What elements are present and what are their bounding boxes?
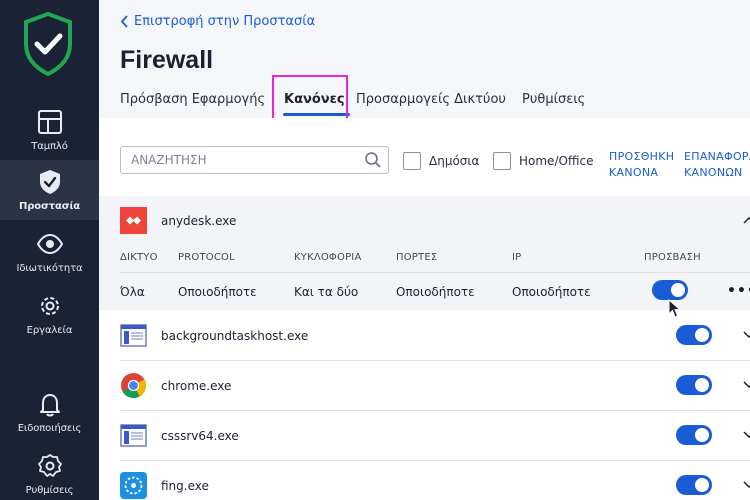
sidebar-item-label: Ιδιωτικότητα: [16, 262, 83, 274]
reset-rules-label: ΚΑΝΟΝΩΝ: [684, 166, 743, 179]
sidebar-item-notifications[interactable]: Ειδοποιήσεις: [0, 382, 99, 442]
back-link[interactable]: Επιστροφή στην Προστασία: [120, 14, 315, 29]
search-box[interactable]: [120, 146, 389, 174]
column-header-traffic: ΚΥΚΛΟΦΟΡΙΑ: [294, 252, 362, 263]
search-icon[interactable]: [364, 151, 382, 169]
chrome-icon: [121, 373, 146, 398]
app-toggle[interactable]: [676, 375, 712, 395]
sidebar-item-label: Ρυθμίσεις: [25, 484, 74, 496]
fing-icon: [120, 472, 147, 499]
chevron-up-icon[interactable]: [742, 215, 750, 225]
rule-traffic-value: Και τα δύο: [294, 285, 359, 299]
chevron-down-icon[interactable]: [742, 330, 750, 340]
page-header: Επιστροφή στην Προστασία Firewall Πρόσβα…: [99, 0, 750, 118]
sidebar-item-label: Ειδοποιήσεις: [17, 422, 82, 434]
app-row-csssrv64[interactable]: csssrv64.exe: [120, 411, 750, 460]
tab-network-adapters[interactable]: Προσαρμογείς Δικτύου: [356, 92, 506, 107]
app-name: csssrv64.exe: [161, 428, 239, 443]
sidebar-item-tools[interactable]: Εργαλεία: [0, 284, 99, 344]
sidebar-item-settings[interactable]: Ρυθμίσεις: [0, 444, 99, 500]
column-header-access: ΠΡΟΣΒΑΣΗ: [644, 252, 701, 263]
column-header-protocol: PROTOCOL: [178, 252, 235, 263]
app-row-anydesk[interactable]: anydesk.exe: [120, 196, 750, 245]
column-header-ports: ΠΟΡΤΕΣ: [396, 252, 438, 263]
sidebar-item-dashboard[interactable]: Ταμπλό: [0, 100, 99, 160]
divider: [120, 272, 750, 273]
rule-protocol-value: Οποιοδήποτε: [178, 285, 257, 299]
column-header-ip: IP: [512, 252, 522, 263]
anydesk-icon: [120, 207, 147, 234]
shield-icon: [39, 169, 60, 194]
bell-icon: [39, 393, 60, 416]
app-row-chrome[interactable]: chrome.exe: [120, 361, 750, 410]
tab-app-access[interactable]: Πρόσβαση Εφαρμογής: [120, 92, 265, 107]
app-name: backgroundtaskhost.exe: [161, 328, 309, 343]
settings-icon: [37, 453, 62, 477]
window-app-icon: [120, 424, 147, 447]
public-checkbox[interactable]: [403, 152, 421, 170]
rules-panel: Δημόσια Home/Office ΠΡΟΣΘΗΚΗ ΚΑΝΟΝΑ ΕΠΑΝ…: [99, 118, 750, 500]
filter-label: Δημόσια: [429, 154, 480, 168]
reset-rules-button[interactable]: ΕΠΑΝΑΦΟΡΑ ΚΑΝΟΝΩΝ: [684, 149, 750, 181]
filter-label: Home/Office: [519, 154, 594, 168]
app-row-backgroundtaskhost[interactable]: backgroundtaskhost.exe: [120, 311, 750, 360]
reset-rules-label: ΕΠΑΝΑΦΟΡΑ: [684, 150, 750, 163]
app-toggle[interactable]: [676, 425, 712, 445]
dashboard-icon: [37, 109, 62, 134]
tab-settings[interactable]: Ρυθμίσεις: [522, 92, 585, 107]
filter-home-office[interactable]: Home/Office: [493, 152, 594, 170]
app-row-fing[interactable]: fing.exe: [120, 461, 750, 500]
app-toggle[interactable]: [676, 475, 712, 495]
back-link-label: Επιστροφή στην Προστασία: [134, 14, 316, 29]
sidebar-item-label: Προστασία: [18, 200, 81, 212]
app-toggle[interactable]: [676, 325, 712, 345]
gear-icon: [40, 296, 59, 315]
sidebar-item-protection[interactable]: Προστασία: [0, 160, 99, 220]
chevron-down-icon[interactable]: [742, 430, 750, 440]
window-app-icon: [120, 324, 147, 347]
add-rule-label: ΠΡΟΣΘΗΚΗ: [609, 150, 675, 163]
chevron-left-icon: [120, 15, 128, 28]
app-name: chrome.exe: [161, 378, 232, 393]
rule-access-toggle[interactable]: [652, 280, 688, 300]
sidebar: Ταμπλό Προστασία Ιδιωτικότητα Εργαλεία Ε…: [0, 0, 99, 500]
rule-ports-value: Οποιοδήποτε: [396, 285, 475, 299]
app-name: fing.exe: [161, 478, 209, 493]
eye-icon: [36, 233, 63, 254]
rule-network-value: Όλα: [120, 285, 145, 299]
add-rule-button[interactable]: ΠΡΟΣΘΗΚΗ ΚΑΝΟΝΑ: [609, 149, 674, 181]
rule-ip-value: Οποιοδήποτε: [512, 285, 591, 299]
column-header-network: ΔΙΚΤΥΟ: [120, 252, 158, 263]
shield-logo-icon: [22, 11, 74, 77]
search-input[interactable]: [131, 147, 361, 173]
more-options-button[interactable]: •••: [727, 283, 750, 299]
chevron-down-icon[interactable]: [742, 380, 750, 390]
sidebar-item-label: Ταμπλό: [31, 140, 68, 152]
sidebar-item-privacy[interactable]: Ιδιωτικότητα: [0, 222, 99, 282]
page-title: Firewall: [120, 46, 214, 74]
sidebar-item-label: Εργαλεία: [26, 324, 73, 336]
app-name: anydesk.exe: [161, 213, 237, 228]
add-rule-label: ΚΑΝΟΝΑ: [609, 166, 659, 179]
home-office-checkbox[interactable]: [493, 152, 511, 170]
filter-public[interactable]: Δημόσια: [403, 152, 479, 170]
chevron-down-icon[interactable]: [742, 480, 750, 490]
